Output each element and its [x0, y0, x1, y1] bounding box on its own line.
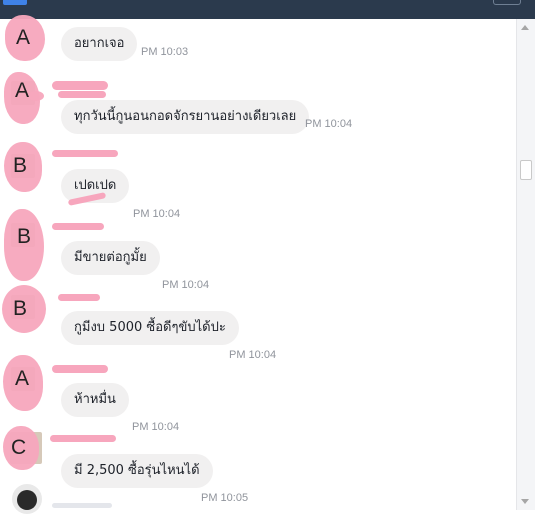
sender-initial: A: [15, 367, 30, 390]
sender-initial: C: [11, 436, 27, 459]
chat-message-list[interactable]: A อยากเจอ PM 10:03 A ทุกวันนี้กูนอนกอดจั…: [0, 15, 517, 514]
name-scribble: [58, 294, 100, 301]
name-scribble: [52, 150, 118, 157]
scrollbar-thumb[interactable]: [520, 160, 532, 180]
message-timestamp: PM 10:03: [141, 46, 189, 58]
name-scribble: [52, 365, 108, 373]
message-bubble[interactable]: มี 2,500 ซื้อรุ่นไหนได้: [61, 454, 213, 488]
window-control-button[interactable]: [493, 0, 521, 5]
name-scribble: [50, 435, 116, 442]
message-bubble[interactable]: ห้าหมื่น: [61, 383, 129, 417]
scroll-up-arrow-icon[interactable]: [521, 25, 529, 30]
message-timestamp: PM 10:04: [229, 349, 277, 361]
message-timestamp: PM 10:04: [133, 208, 181, 220]
sender-initial: A: [15, 79, 30, 102]
message-timestamp: PM 10:04: [162, 279, 210, 291]
message-timestamp: PM 10:04: [132, 421, 180, 433]
message-bubble[interactable]: กูมีงบ 5000 ซื้อดีๆขับได้ปะ: [61, 311, 239, 345]
name-scribble: [58, 91, 106, 98]
vertical-scrollbar[interactable]: [516, 19, 535, 510]
message-timestamp: PM 10:05: [201, 492, 249, 504]
window-top-bar: [0, 0, 535, 19]
message-timestamp: PM 10:04: [305, 118, 353, 130]
avatar-image: [17, 490, 37, 510]
message-bubble[interactable]: อยากเจอ: [61, 27, 138, 61]
sender-initial: A: [16, 26, 31, 49]
sender-initial: B: [17, 225, 32, 248]
avatar-scribble: [28, 91, 44, 101]
active-tab-indicator[interactable]: [3, 0, 27, 5]
sender-initial: B: [13, 154, 28, 177]
scroll-down-arrow-icon[interactable]: [521, 499, 529, 504]
name-scribble: [52, 503, 112, 508]
message-bubble[interactable]: มีขายต่อกูมั้ย: [61, 241, 160, 275]
message-bubble[interactable]: ทุกวันนี้กูนอนกอดจักรยานอย่างเดียวเลย: [61, 100, 310, 134]
name-scribble: [52, 223, 104, 230]
sender-initial: B: [13, 297, 28, 320]
name-scribble: [52, 81, 108, 90]
